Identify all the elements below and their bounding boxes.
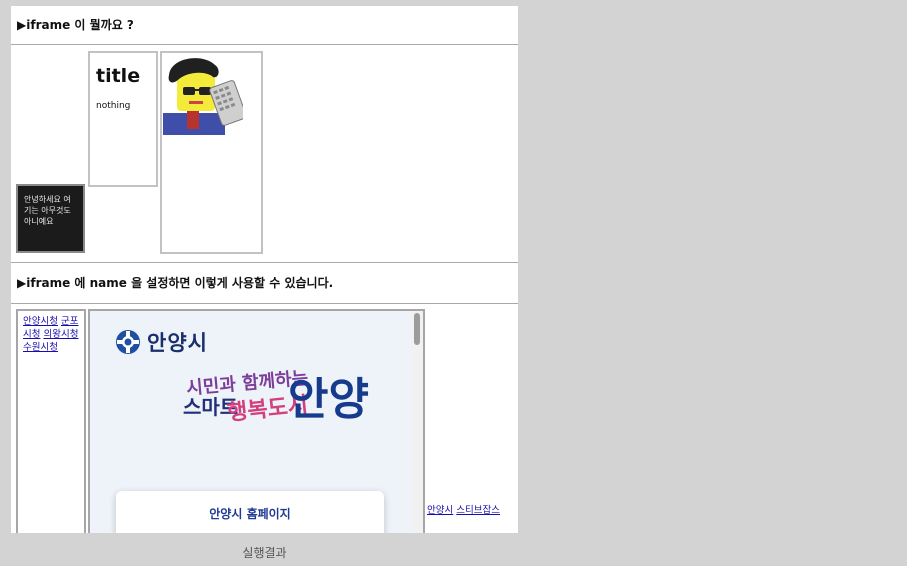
link-steve-jobs[interactable]: 스티브잡스 [456, 505, 500, 516]
link-suwon-cityhall[interactable]: 수원시청 [23, 342, 58, 353]
scrollbar-thumb[interactable] [414, 313, 420, 345]
anyang-emblem-icon [116, 330, 140, 354]
anyang-iframe[interactable]: 안양시 시민과 함께하는 스마트 행복도시 안양 안양시 홈페이지 [88, 309, 425, 533]
title-iframe: title nothing [88, 51, 158, 187]
section-heading-iframe: ▶iframe 이 뭘까요 ? [17, 18, 134, 32]
anyang-home-card-label: 안양시 홈페이지 [209, 507, 291, 521]
dark-iframe-text: 안녕하세요 여기는 아무것도 아니예요 [24, 195, 71, 226]
anyang-home-card[interactable]: 안양시 홈페이지 [116, 491, 384, 533]
link-uiwang-cityhall[interactable]: 의왕시청 [44, 329, 79, 340]
right-links: 안양시 스티브잡스 [427, 502, 500, 516]
anyang-logo: 안양시 [115, 327, 208, 357]
cartoon-character-image [163, 58, 243, 135]
divider [11, 44, 518, 45]
scrollbar[interactable] [411, 311, 423, 533]
section-heading-iframe-name: ▶iframe 에 name 을 설정하면 이렇게 사용할 수 있습니다. [17, 276, 334, 290]
slogan-big: 안양 [288, 374, 369, 425]
anyang-logo-text: 안양시 [147, 331, 208, 355]
image-iframe [160, 51, 263, 254]
iframe-title: title [96, 65, 141, 87]
link-iframe: 안양시청 군포시청 의왕시청 수원시청 [16, 309, 86, 533]
result-frame: ▶iframe 이 뭘까요 ? 안녕하세요 여기는 아무것도 아니예요 titl… [11, 6, 518, 533]
link-anyang[interactable]: 안양시 [427, 505, 453, 516]
dark-iframe: 안녕하세요 여기는 아무것도 아니예요 [16, 184, 85, 253]
link-anyang-cityhall[interactable]: 안양시청 [23, 316, 58, 327]
result-caption: 실행결과 [242, 546, 287, 560]
iframe-body-text: nothing [96, 101, 131, 111]
divider [11, 303, 518, 304]
divider [11, 262, 518, 263]
